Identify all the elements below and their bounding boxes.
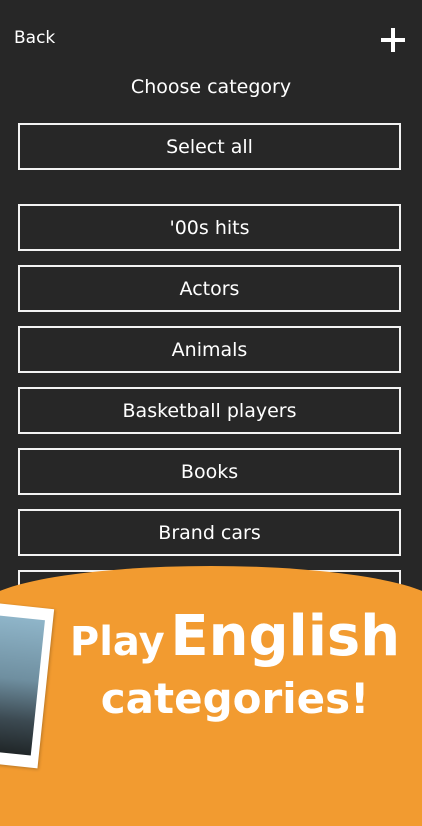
- promo-headline: Play English: [0, 604, 422, 669]
- category-item[interactable]: Basketball players: [18, 387, 401, 434]
- plus-icon[interactable]: [381, 28, 405, 52]
- promo-word-english: English: [170, 604, 401, 669]
- page-title: Choose category: [130, 76, 292, 98]
- select-all-button[interactable]: Select all: [18, 123, 401, 170]
- category-item[interactable]: Books: [18, 448, 401, 495]
- category-item[interactable]: '00s hits: [18, 204, 401, 251]
- category-item[interactable]: Brand cars: [18, 509, 401, 556]
- back-button[interactable]: Back: [14, 28, 55, 48]
- top-bar: Back: [0, 0, 422, 78]
- category-item[interactable]: Actors: [18, 265, 401, 312]
- promo-word-categories: categories!: [100, 674, 370, 723]
- category-item[interactable]: Animals: [18, 326, 401, 373]
- promo-word-play: Play: [69, 619, 165, 665]
